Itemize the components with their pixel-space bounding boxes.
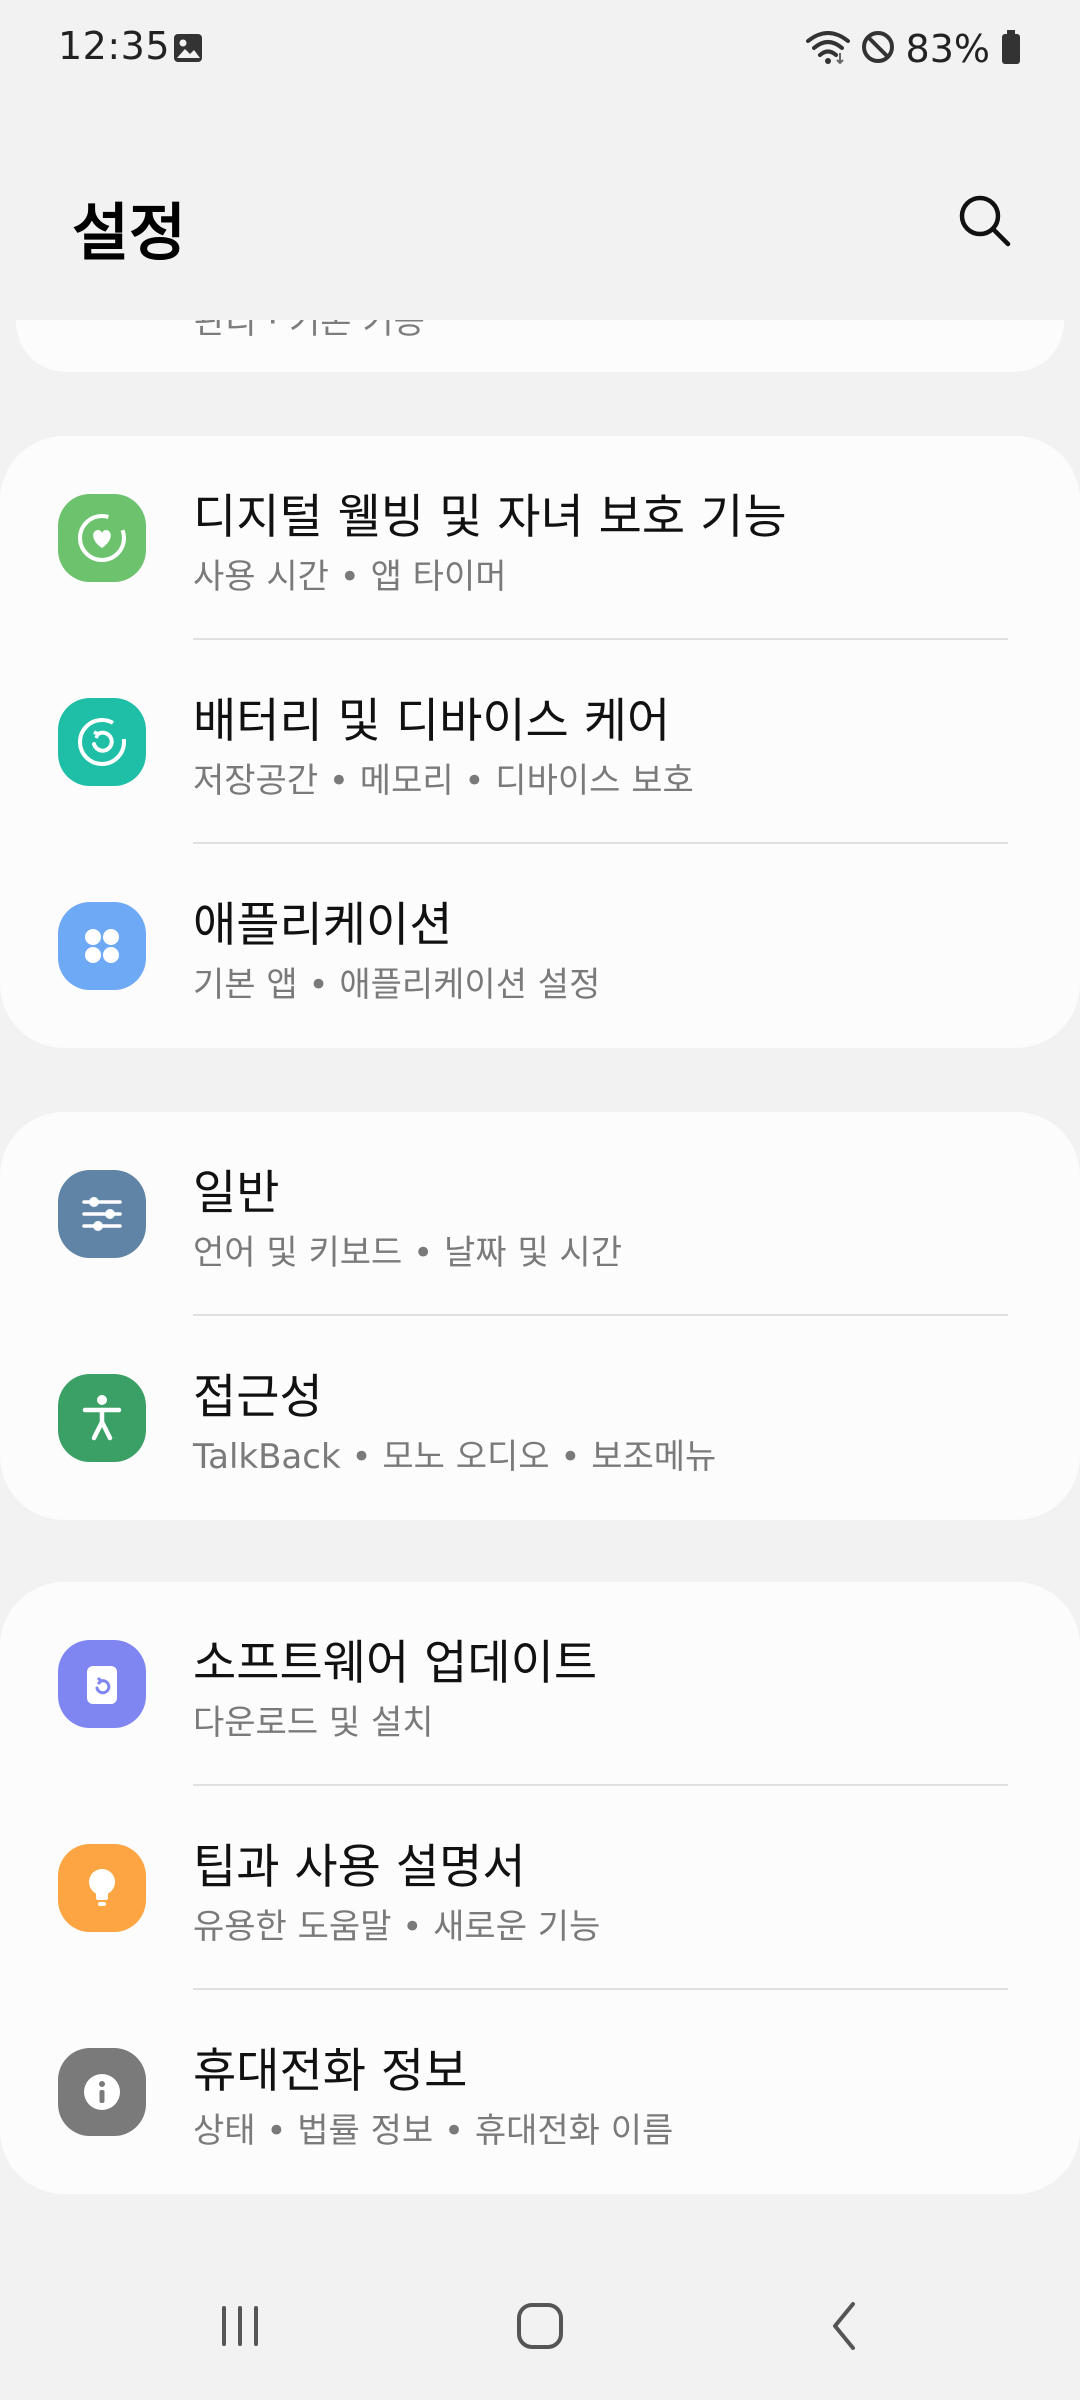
item-title: 디지털 웰빙 및 자녀 보호 기능 (193, 490, 787, 545)
item-title: 애플리케이션 (193, 898, 453, 953)
home-button[interactable] (500, 2288, 580, 2368)
item-subtitle: 기본 앱 • 애플리케이션 설정 (193, 965, 601, 1005)
settings-group-1: 디지털 웰빙 및 자녀 보호 기능 사용 시간 • 앱 타이머 배터리 및 디바… (0, 436, 1080, 1048)
status-bar: 12:35 83% (0, 0, 1080, 100)
settings-item-about-phone[interactable]: 휴대전화 정보 상태 • 법률 정보 • 휴대전화 이름 (0, 1990, 1080, 2194)
settings-item-apps[interactable]: 애플리케이션 기본 앱 • 애플리케이션 설정 (0, 844, 1080, 1048)
search-button[interactable] (950, 188, 1020, 258)
about-phone-icon (58, 2048, 146, 2136)
settings-item-digital-wellbeing[interactable]: 디지털 웰빙 및 자녀 보호 기능 사용 시간 • 앱 타이머 (0, 436, 1080, 640)
partial-settings-card[interactable]: 관리 · 기본 기능 (16, 320, 1064, 372)
recent-apps-button[interactable] (200, 2288, 280, 2368)
status-time: 12:35 (58, 24, 171, 68)
settings-item-tips[interactable]: 팁과 사용 설명서 유용한 도움말 • 새로운 기능 (0, 1786, 1080, 1990)
item-title: 소프트웨어 업데이트 (193, 1636, 598, 1691)
device-care-icon (58, 698, 146, 786)
item-title: 팁과 사용 설명서 (193, 1840, 526, 1895)
digital-wellbeing-icon (58, 494, 146, 582)
item-title: 배터리 및 디바이스 케어 (193, 694, 671, 749)
settings-item-accessibility[interactable]: 접근성 TalkBack • 모노 오디오 • 보조메뉴 (0, 1316, 1080, 1520)
item-subtitle: 상태 • 법률 정보 • 휴대전화 이름 (193, 2111, 674, 2151)
item-subtitle: 유용한 도움말 • 새로운 기능 (193, 1907, 601, 1947)
home-icon (510, 2296, 570, 2360)
battery-icon (1000, 29, 1022, 69)
item-subtitle: 저장공간 • 메모리 • 디바이스 보호 (193, 761, 694, 801)
gallery-icon (172, 32, 204, 64)
software-update-icon (58, 1640, 146, 1728)
settings-item-device-care[interactable]: 배터리 및 디바이스 케어 저장공간 • 메모리 • 디바이스 보호 (0, 640, 1080, 844)
item-subtitle: TalkBack • 모노 오디오 • 보조메뉴 (193, 1437, 717, 1477)
tips-icon (58, 1844, 146, 1932)
general-management-icon (58, 1170, 146, 1258)
apps-icon (58, 902, 146, 990)
battery-percent: 83% (905, 27, 990, 71)
item-subtitle: 사용 시간 • 앱 타이머 (193, 557, 507, 597)
partial-item-subtitle: 관리 · 기본 기능 (194, 320, 425, 342)
navigation-bar (0, 2260, 1080, 2400)
settings-item-software-update[interactable]: 소프트웨어 업데이트 다운로드 및 설치 (0, 1582, 1080, 1786)
recent-apps-icon (210, 2296, 270, 2360)
wifi-icon (805, 29, 850, 69)
accessibility-icon (58, 1374, 146, 1462)
back-icon (815, 2296, 875, 2360)
page-title: 설정 (72, 196, 187, 269)
settings-item-general[interactable]: 일반 언어 및 키보드 • 날짜 및 시간 (0, 1112, 1080, 1316)
item-subtitle: 다운로드 및 설치 (193, 1703, 434, 1743)
item-title: 일반 (193, 1166, 280, 1221)
search-icon (955, 191, 1015, 255)
settings-group-2: 일반 언어 및 키보드 • 날짜 및 시간 접근성 TalkBack • 모노 … (0, 1112, 1080, 1520)
settings-group-3: 소프트웨어 업데이트 다운로드 및 설치 팁과 사용 설명서 유용한 도움말 •… (0, 1582, 1080, 2194)
item-title: 휴대전화 정보 (193, 2044, 468, 2099)
status-right: 83% (805, 24, 1022, 74)
item-subtitle: 언어 및 키보드 • 날짜 및 시간 (193, 1233, 622, 1273)
do-not-disturb-icon (860, 29, 896, 69)
item-title: 접근성 (193, 1370, 323, 1425)
back-button[interactable] (805, 2288, 885, 2368)
